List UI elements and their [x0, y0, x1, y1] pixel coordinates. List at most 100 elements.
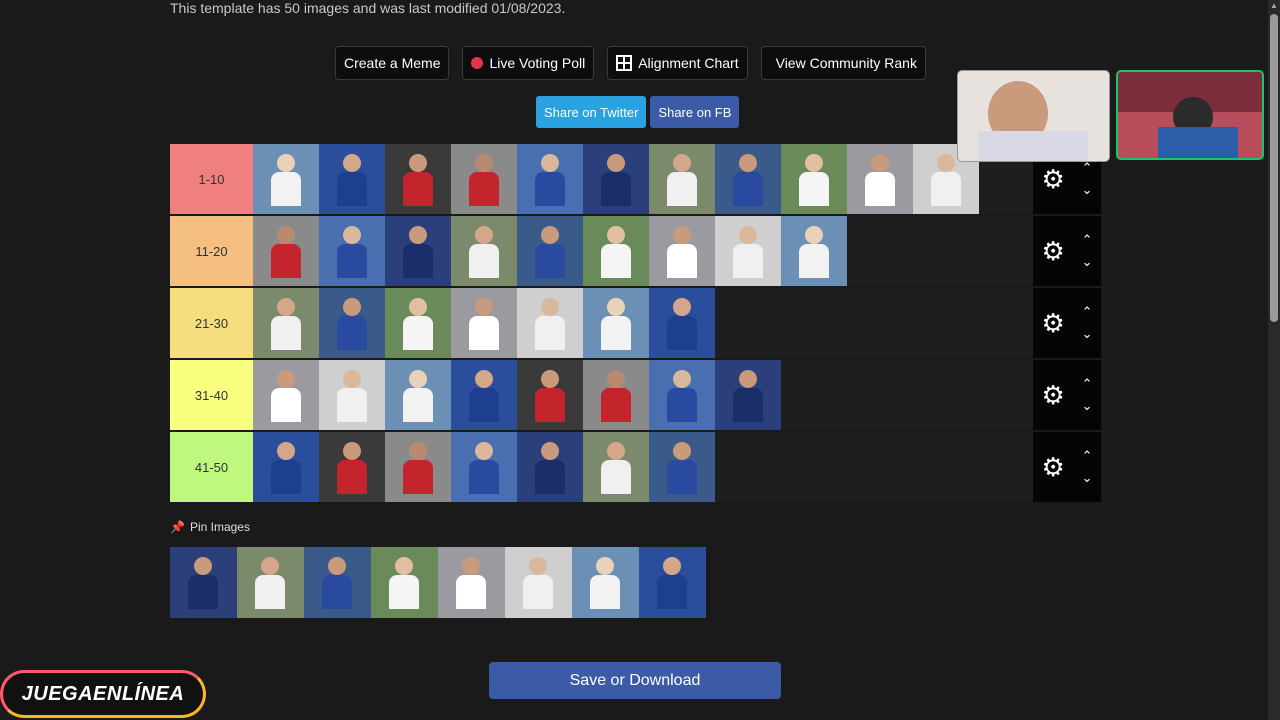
- player-image[interactable]: [847, 144, 913, 214]
- chevron-up-icon[interactable]: ⌃: [1082, 448, 1093, 464]
- player-image[interactable]: [304, 547, 371, 618]
- player-image[interactable]: [385, 144, 451, 214]
- player-image[interactable]: [253, 216, 319, 286]
- player-image[interactable]: [781, 216, 847, 286]
- player-image[interactable]: [649, 288, 715, 358]
- player-image[interactable]: [451, 144, 517, 214]
- player-image[interactable]: [451, 216, 517, 286]
- action-toolbar: Create a Meme Live Voting Poll Alignment…: [335, 46, 926, 80]
- gear-icon[interactable]: ⚙: [1041, 382, 1064, 408]
- tier-row: 21-30 ⚙ ⌃ ⌄: [170, 288, 1101, 360]
- chevron-down-icon[interactable]: ⌄: [1082, 254, 1093, 270]
- tier-label[interactable]: 11-20: [170, 216, 253, 286]
- alignment-chart-button[interactable]: Alignment Chart: [607, 46, 748, 80]
- live-record-icon: [471, 57, 484, 69]
- scrollbar[interactable]: ▲: [1268, 0, 1280, 720]
- juegaenlinea-logo: JUEGAENLÍNEA: [0, 670, 206, 718]
- player-image[interactable]: [583, 216, 649, 286]
- share-facebook-button[interactable]: Share on FB: [650, 96, 740, 128]
- tier-label[interactable]: 41-50: [170, 432, 253, 502]
- gear-icon[interactable]: ⚙: [1041, 454, 1064, 480]
- player-image[interactable]: [583, 360, 649, 430]
- player-image[interactable]: [517, 360, 583, 430]
- tier-controls: ⚙ ⌃ ⌄: [1033, 288, 1101, 358]
- player-image[interactable]: [319, 216, 385, 286]
- tier-controls: ⚙ ⌃ ⌄: [1033, 360, 1101, 430]
- tier-controls: ⚙ ⌃ ⌄: [1033, 432, 1101, 502]
- tier-label[interactable]: 21-30: [170, 288, 253, 358]
- player-image[interactable]: [451, 288, 517, 358]
- chevron-up-icon[interactable]: ⌃: [1082, 304, 1093, 320]
- player-image[interactable]: [639, 547, 706, 618]
- player-image[interactable]: [438, 547, 505, 618]
- player-image[interactable]: [237, 547, 304, 618]
- gear-icon[interactable]: ⚙: [1041, 166, 1064, 192]
- player-image[interactable]: [385, 432, 451, 502]
- player-image[interactable]: [451, 360, 517, 430]
- create-meme-button[interactable]: Create a Meme: [335, 46, 450, 80]
- template-meta-text: This template has 50 images and was last…: [170, 0, 566, 16]
- player-image[interactable]: [451, 432, 517, 502]
- move-arrows: ⌃ ⌄: [1082, 448, 1093, 486]
- scroll-up-icon[interactable]: ▲: [1270, 1, 1278, 10]
- tier-items: [253, 432, 1033, 502]
- player-image[interactable]: [781, 144, 847, 214]
- player-image[interactable]: [319, 432, 385, 502]
- player-image[interactable]: [253, 432, 319, 502]
- chevron-up-icon[interactable]: ⌃: [1082, 376, 1093, 392]
- player-image[interactable]: [253, 288, 319, 358]
- scrollbar-thumb[interactable]: [1270, 14, 1278, 322]
- gear-icon[interactable]: ⚙: [1041, 310, 1064, 336]
- player-image[interactable]: [319, 360, 385, 430]
- tier-items: [253, 288, 1033, 358]
- player-image[interactable]: [517, 144, 583, 214]
- tier-label[interactable]: 31-40: [170, 360, 253, 430]
- tier-row: 11-20 ⚙ ⌃ ⌄: [170, 216, 1101, 288]
- player-image[interactable]: [715, 216, 781, 286]
- player-image[interactable]: [649, 216, 715, 286]
- player-image[interactable]: [572, 547, 639, 618]
- player-image[interactable]: [319, 144, 385, 214]
- webcam-overlay-2: [1116, 70, 1264, 160]
- player-image[interactable]: [649, 432, 715, 502]
- player-image[interactable]: [319, 288, 385, 358]
- share-twitter-button[interactable]: Share on Twitter: [536, 96, 647, 128]
- player-image[interactable]: [583, 144, 649, 214]
- chevron-down-icon[interactable]: ⌄: [1082, 470, 1093, 486]
- player-image[interactable]: [385, 216, 451, 286]
- player-image[interactable]: [715, 360, 781, 430]
- move-arrows: ⌃ ⌄: [1082, 376, 1093, 414]
- chevron-down-icon[interactable]: ⌄: [1082, 326, 1093, 342]
- community-rank-label: View Community Rank: [775, 55, 917, 71]
- view-community-rank-button[interactable]: View Community Rank: [760, 46, 926, 80]
- player-image[interactable]: [583, 288, 649, 358]
- chevron-up-icon[interactable]: ⌃: [1082, 232, 1093, 248]
- pin-icon: 📌: [170, 520, 185, 534]
- chevron-down-icon[interactable]: ⌄: [1082, 398, 1093, 414]
- tier-row: 41-50 ⚙ ⌃ ⌄: [170, 432, 1101, 504]
- player-image[interactable]: [253, 144, 319, 214]
- share-row: Share on Twitter Share on FB: [536, 96, 740, 128]
- player-image[interactable]: [385, 360, 451, 430]
- pin-images-label: Pin Images: [189, 520, 250, 534]
- tier-label[interactable]: 1-10: [170, 144, 253, 214]
- tier-items: [253, 144, 1033, 214]
- live-voting-poll-button[interactable]: Live Voting Poll: [462, 46, 595, 80]
- gear-icon[interactable]: ⚙: [1041, 238, 1064, 264]
- move-arrows: ⌃ ⌄: [1082, 232, 1093, 270]
- player-image[interactable]: [517, 432, 583, 502]
- player-image[interactable]: [517, 216, 583, 286]
- save-download-button[interactable]: Save or Download: [489, 662, 781, 699]
- player-image[interactable]: [649, 360, 715, 430]
- player-image[interactable]: [715, 144, 781, 214]
- player-image[interactable]: [517, 288, 583, 358]
- chevron-up-icon[interactable]: ⌃: [1082, 160, 1093, 176]
- chevron-down-icon[interactable]: ⌄: [1082, 182, 1093, 198]
- player-image[interactable]: [649, 144, 715, 214]
- player-image[interactable]: [505, 547, 572, 618]
- player-image[interactable]: [583, 432, 649, 502]
- player-image[interactable]: [253, 360, 319, 430]
- player-image[interactable]: [170, 547, 237, 618]
- player-image[interactable]: [385, 288, 451, 358]
- player-image[interactable]: [371, 547, 438, 618]
